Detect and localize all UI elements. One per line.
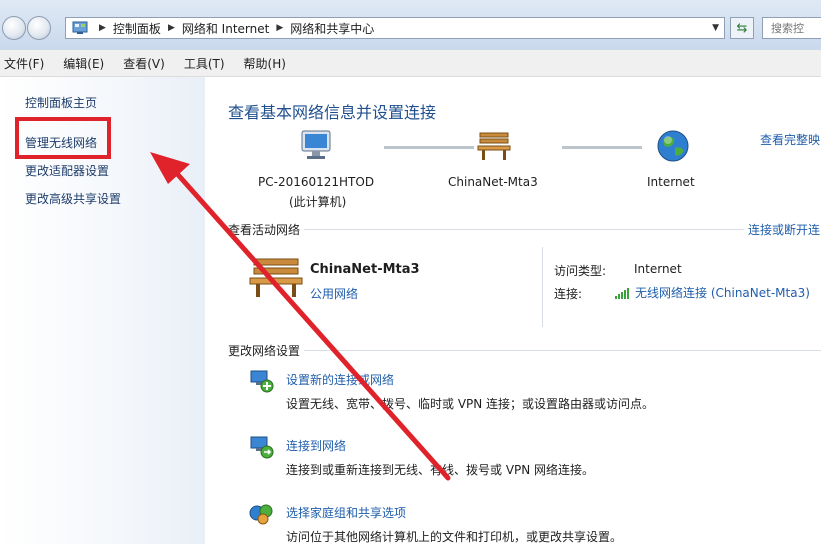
task-setup-connection-link[interactable]: 设置新的连接或网络 [286, 371, 394, 388]
active-network-name: ChinaNet-Mta3 [310, 262, 420, 277]
control-panel-icon [72, 21, 88, 34]
wifi-signal-icon [615, 287, 629, 299]
breadcrumb-separator: ▶ [167, 23, 175, 33]
menu-view[interactable]: 查看(V) [119, 55, 170, 72]
menu-tools[interactable]: 工具(T) [180, 55, 230, 72]
network-node[interactable] [476, 129, 512, 166]
address-dropdown-icon[interactable]: ▼ [712, 23, 719, 33]
section-divider [304, 229, 744, 230]
breadcrumb-network-internet[interactable]: 网络和 Internet [182, 20, 269, 37]
map-connector-line [384, 146, 474, 149]
internet-label: Internet [647, 175, 695, 189]
refresh-button[interactable]: ⇆ [730, 17, 754, 39]
title-bar: ▶ 控制面板 ▶ 网络和 Internet ▶ 网络和共享中心 ▼ ⇆ [0, 0, 821, 50]
access-type-label: 访问类型: [554, 264, 607, 278]
task-connect-network-desc: 连接到或重新连接到无线、有线、拨号或 VPN 网络连接。 [286, 463, 595, 477]
access-type-value: Internet [634, 262, 682, 276]
breadcrumb-control-panel[interactable]: 控制面板 [113, 20, 161, 37]
wireless-connection-link[interactable]: 无线网络连接 (ChinaNet-Mta3) [614, 284, 810, 301]
connection-label: 连接: [554, 287, 583, 301]
menu-help[interactable]: 帮助(H) [240, 55, 291, 72]
internet-node[interactable] [656, 129, 690, 166]
breadcrumb-network-sharing-center[interactable]: 网络和共享中心 [290, 20, 374, 37]
menu-bar: 文件(F) 编辑(E) 查看(V) 工具(T) 帮助(H) [0, 50, 821, 77]
vertical-divider [542, 247, 543, 327]
search-input[interactable] [762, 17, 821, 39]
computer-icon [301, 130, 331, 159]
breadcrumb-separator: ▶ [99, 23, 106, 33]
computer-node[interactable] [298, 129, 334, 166]
change-settings-heading: 更改网络设置 [228, 344, 301, 358]
active-networks-heading: 查看活动网络 [228, 223, 301, 237]
homegroup-icon [249, 504, 273, 525]
task-setup-connection-desc: 设置无线、宽带、拨号、临时或 VPN 连接；或设置路由器或访问点。 [286, 397, 655, 411]
highlight-annotation-box [15, 117, 111, 159]
sidebar-item-change-advanced-sharing[interactable]: 更改高级共享设置 [25, 190, 121, 207]
task-homegroup-link[interactable]: 选择家庭组和共享选项 [286, 504, 406, 521]
wireless-connection-text: 无线网络连接 (ChinaNet-Mta3) [635, 286, 810, 300]
globe-icon [657, 130, 689, 162]
network-type-link[interactable]: 公用网络 [310, 285, 358, 302]
address-bar[interactable]: ▶ 控制面板 ▶ 网络和 Internet ▶ 网络和共享中心 ▼ [65, 17, 725, 39]
sidebar-item-control-panel-home[interactable]: 控制面板主页 [25, 94, 97, 111]
menu-edit[interactable]: 编辑(E) [59, 55, 109, 72]
network-name-label: ChinaNet-Mta3 [448, 175, 538, 189]
map-connector-line [562, 146, 642, 149]
computer-name-label: PC-20160121HTOD [258, 175, 375, 189]
computer-sub-label: (此计算机) [289, 195, 347, 209]
task-connect-network-link[interactable]: 连接到网络 [286, 437, 346, 454]
see-full-map-link[interactable]: 查看完整映 [760, 131, 820, 148]
section-divider [304, 350, 821, 351]
active-network-bench-icon [249, 258, 303, 297]
back-button[interactable] [2, 16, 26, 40]
breadcrumb-separator: ▶ [276, 23, 284, 33]
main-content: 查看基本网络信息并设置连接 查看完整映 PC-20160121HTOD (此计算… [206, 77, 821, 544]
refresh-icon: ⇆ [736, 20, 748, 36]
sidebar-item-change-adapter-settings[interactable]: 更改适配器设置 [25, 162, 109, 179]
forward-button[interactable] [27, 16, 51, 40]
connect-network-icon [250, 436, 274, 459]
connect-disconnect-link[interactable]: 连接或断开连 [748, 221, 820, 238]
page-title: 查看基本网络信息并设置连接 [228, 103, 437, 122]
bench-icon [477, 132, 511, 160]
task-homegroup-desc: 访问位于其他网络计算机上的文件和打印机，或更改共享设置。 [286, 530, 623, 544]
menu-file[interactable]: 文件(F) [0, 55, 49, 72]
setup-connection-icon [250, 370, 274, 393]
